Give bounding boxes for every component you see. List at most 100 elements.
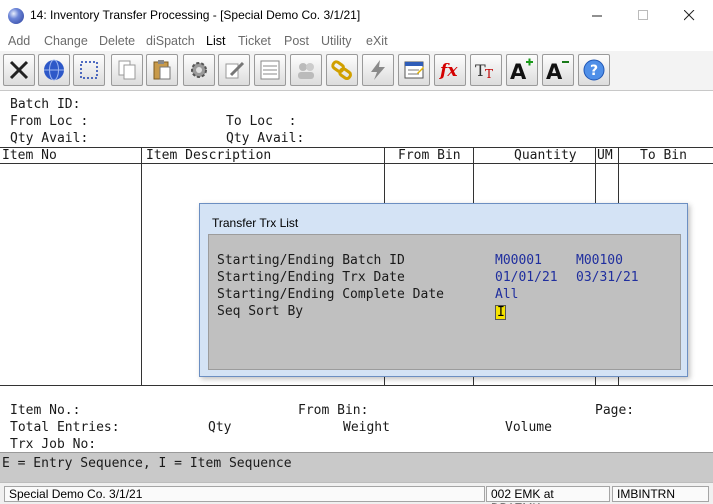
svg-text:A: A (546, 60, 563, 82)
toolbar-paste-button[interactable] (146, 54, 178, 86)
toolbar-function-button[interactable]: fx (434, 54, 466, 86)
globe-icon (44, 59, 64, 81)
to-loc-label: To Loc : (226, 114, 297, 129)
seq-sort-by-label: Seq Sort By (217, 304, 304, 319)
svg-text:A: A (510, 60, 527, 82)
close-button[interactable] (666, 0, 712, 31)
col-header-um[interactable]: UM (597, 148, 613, 163)
col-header-item-description[interactable]: Item Description (146, 148, 271, 163)
window-title: 14: Inventory Transfer Processing - [Spe… (30, 8, 361, 22)
toolbar-settings-button[interactable] (183, 54, 215, 86)
batch-id-start-field[interactable]: M00001 (495, 253, 542, 268)
col-header-item-no[interactable]: Item No (2, 148, 57, 163)
report-icon (404, 61, 424, 79)
status-program: IMBINTRN (612, 486, 709, 502)
trx-date-start-field[interactable]: 01/01/21 (495, 270, 558, 285)
hint-text: E = Entry Sequence, I = Item Sequence (2, 456, 292, 471)
menu-bar: Add Change Delete diSpatch List Ticket P… (0, 31, 713, 51)
svg-text:fx: fx (439, 61, 458, 81)
menu-ticket[interactable]: Ticket (238, 34, 271, 48)
seq-sort-by-value: I (497, 305, 505, 320)
list-icon (260, 60, 280, 80)
toolbar-select-button[interactable] (73, 54, 105, 86)
close-icon (9, 60, 29, 80)
toolbar-close-button[interactable] (3, 54, 35, 86)
text-type-icon: TT (475, 61, 493, 81)
volume-label: Volume (505, 420, 552, 435)
dialog-title: Transfer Trx List (212, 216, 299, 230)
function-icon: fx (439, 61, 458, 81)
app-icon (8, 8, 24, 24)
col-header-quantity[interactable]: Quantity (514, 148, 577, 163)
trx-date-range-label: Starting/Ending Trx Date (217, 270, 405, 285)
lightning-icon (371, 60, 385, 80)
menu-list[interactable]: List (206, 34, 225, 48)
seq-sort-by-input[interactable]: I (495, 305, 506, 320)
batch-id-end-field[interactable]: M00100 (576, 253, 623, 268)
toolbar-copy-button[interactable] (111, 54, 143, 86)
status-user: 002 EMK at DB1EMK (486, 486, 610, 504)
minimize-icon (591, 15, 602, 17)
batch-id-label: Batch ID: (10, 97, 81, 112)
edit-icon (225, 61, 245, 79)
transfer-trx-list-dialog: Transfer Trx List Starting/Ending Batch … (199, 203, 688, 377)
complete-date-range-label: Starting/Ending Complete Date (217, 287, 444, 302)
grid-bottom-border (0, 385, 713, 386)
svg-text:T: T (485, 67, 493, 81)
complete-date-field[interactable]: All (495, 287, 518, 302)
grid-col-divider (141, 147, 142, 385)
toolbar-edit-button[interactable] (218, 54, 250, 86)
hint-bar: E = Entry Sequence, I = Item Sequence (0, 452, 713, 482)
col-header-from-bin[interactable]: From Bin (398, 148, 461, 163)
menu-utility[interactable]: Utility (321, 34, 352, 48)
qty-avail-left-label: Qty Avail: (10, 131, 89, 146)
font-increase-icon: A (510, 58, 533, 82)
qty-label: Qty (208, 420, 232, 435)
paste-icon (153, 60, 171, 80)
qty-avail-right-label: Qty Avail: (226, 131, 305, 146)
toolbar-users-button[interactable] (290, 54, 322, 86)
from-loc-label: From Loc : (10, 114, 89, 129)
toolbar-help-button[interactable]: ? (578, 54, 610, 86)
copy-icon (118, 60, 136, 80)
toolbar-font-increase-button[interactable]: A (506, 54, 538, 86)
status-bar: Special Demo Co. 3/1/21 002 EMK at DB1EM… (0, 482, 713, 504)
total-entries-label: Total Entries: (10, 420, 120, 435)
status-company: Special Demo Co. 3/1/21 (4, 486, 485, 502)
toolbar-globe-button[interactable] (38, 54, 70, 86)
trx-job-no-label: Trx Job No: (10, 437, 97, 452)
menu-change[interactable]: Change (44, 34, 88, 48)
page-label: Page: (595, 403, 635, 418)
toolbar-link-button[interactable] (326, 54, 358, 86)
users-icon (298, 63, 314, 79)
toolbar-font-decrease-button[interactable]: A (542, 54, 574, 86)
maximize-icon (637, 10, 648, 20)
svg-text:?: ? (590, 63, 598, 79)
maximize-button[interactable] (620, 0, 666, 31)
toolbar-list-button[interactable] (254, 54, 286, 86)
item-no-label: Item No.: (10, 403, 81, 418)
menu-dispatch[interactable]: diSpatch (146, 34, 195, 48)
select-icon (80, 61, 98, 79)
help-icon: ? (583, 59, 605, 81)
settings-icon (191, 62, 207, 78)
menu-post[interactable]: Post (284, 34, 309, 48)
menu-add[interactable]: Add (8, 34, 30, 48)
minimize-button[interactable] (574, 0, 620, 31)
toolbar-text-type-button[interactable]: TT (470, 54, 502, 86)
menu-exit[interactable]: eXit (366, 34, 388, 48)
col-header-to-bin[interactable]: To Bin (640, 148, 687, 163)
menu-delete[interactable]: Delete (99, 34, 135, 48)
title-bar: 14: Inventory Transfer Processing - [Spe… (0, 0, 713, 31)
font-decrease-icon: A (546, 60, 569, 82)
from-bin-label: From Bin: (298, 403, 369, 418)
toolbar-report-button[interactable] (398, 54, 430, 86)
batch-id-range-label: Starting/Ending Batch ID (217, 253, 405, 268)
close-icon (683, 10, 694, 21)
toolbar: fx TT A A ? (0, 51, 713, 91)
link-icon (331, 60, 352, 81)
weight-label: Weight (343, 420, 390, 435)
toolbar-lightning-button[interactable] (362, 54, 394, 86)
trx-date-end-field[interactable]: 03/31/21 (576, 270, 639, 285)
dialog-body: Starting/Ending Batch ID M00001 M00100 S… (208, 234, 681, 370)
